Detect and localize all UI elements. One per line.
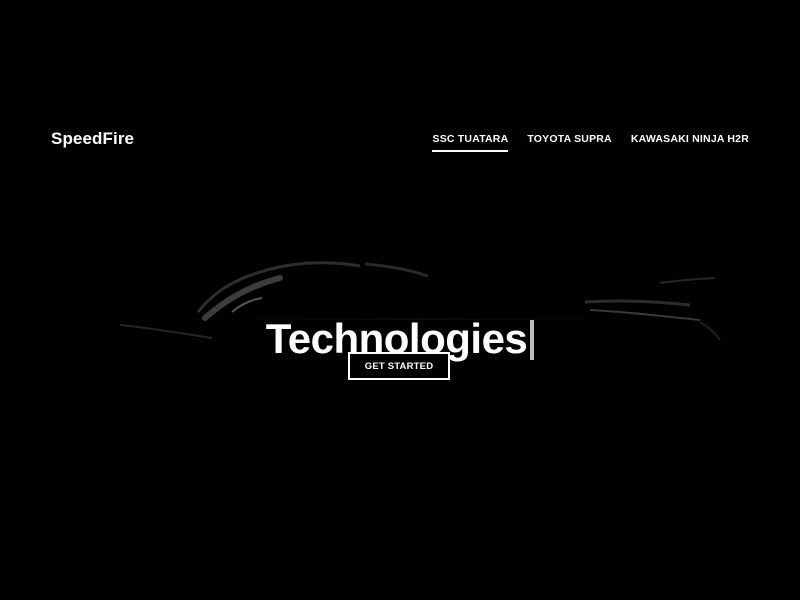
brand-logo-link[interactable]: SpeedFire [51,129,134,149]
typing-cursor [530,320,535,361]
nav-links: SSC TUATARA TOYOTA SUPRA KAWASAKI NINJA … [432,133,749,152]
get-started-button[interactable]: GET STARTED [348,352,450,380]
nav-link-kawasaki-ninja-h2r[interactable]: KAWASAKI NINJA H2R [631,133,749,145]
page: SpeedFire SSC TUATARA TOYOTA SUPRA KAWAS… [0,0,800,600]
navbar: SpeedFire SSC TUATARA TOYOTA SUPRA KAWAS… [0,0,800,280]
nav-link-toyota-supra[interactable]: TOYOTA SUPRA [527,133,611,145]
nav-link-ssc-tuatara[interactable]: SSC TUATARA [432,133,509,152]
